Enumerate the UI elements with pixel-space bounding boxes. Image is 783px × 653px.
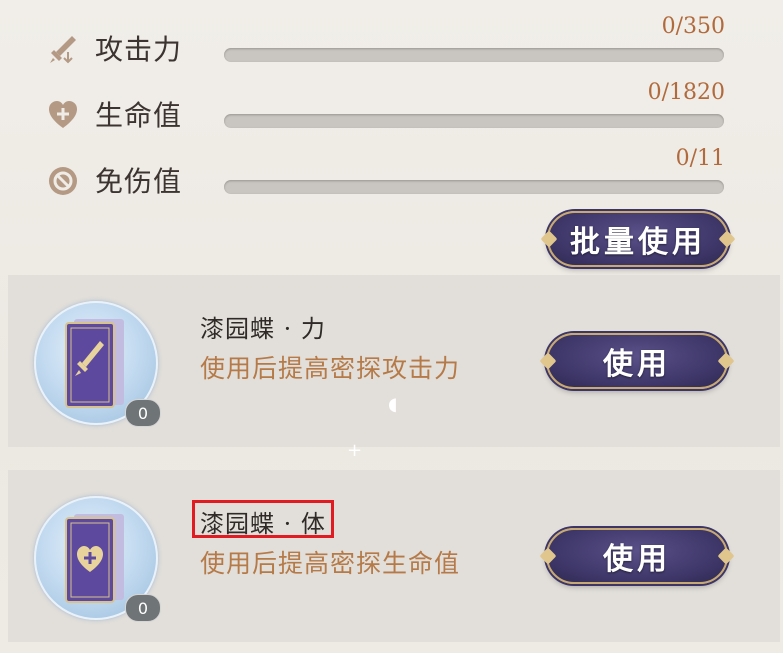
item-count-badge: 0 [125, 594, 161, 622]
sparkle-icon: ◖ [388, 394, 398, 415]
stat-progress-bar [224, 180, 724, 194]
stat-label: 生命值 [95, 99, 183, 132]
sword-icon [50, 36, 76, 64]
stat-row-attack: 攻击力 0/350 [0, 14, 783, 76]
stat-label: 免伤值 [95, 165, 183, 198]
stat-row-defense: 免伤值 0/11 [0, 146, 783, 208]
item-description: 使用后提高密探攻击力 [200, 354, 461, 383]
use-button[interactable]: 使用 [546, 333, 728, 389]
item-name: 漆园蝶 · 力 [200, 315, 326, 343]
sparkle-icon: + [347, 440, 363, 461]
stat-value: 0/1820 [647, 80, 725, 105]
item-description: 使用后提高密探生命值 [200, 549, 461, 578]
item-name-highlighted: 漆园蝶 · 体 [192, 500, 334, 539]
sword-card-icon [65, 319, 124, 408]
shield-icon [49, 167, 77, 195]
item-count-badge: 0 [125, 399, 161, 427]
stat-progress-bar [224, 114, 724, 128]
use-button[interactable]: 使用 [546, 528, 728, 584]
stat-value: 0/350 [661, 14, 725, 39]
batch-use-button[interactable]: 批量使用 [547, 211, 729, 267]
stat-label: 攻击力 [95, 33, 183, 66]
heart-plus-icon [49, 101, 77, 128]
stat-row-hp: 生命值 0/1820 [0, 80, 783, 142]
item-card: 0 漆园蝶 · 体 使用后提高密探生命值 使用 [8, 470, 780, 642]
stat-value: 0/11 [675, 146, 725, 171]
item-card: 0 漆园蝶 · 力 使用后提高密探攻击力 使用 [8, 275, 780, 447]
stat-progress-bar [224, 48, 724, 62]
highlight-box [192, 500, 334, 538]
heart-card-icon [65, 514, 124, 603]
